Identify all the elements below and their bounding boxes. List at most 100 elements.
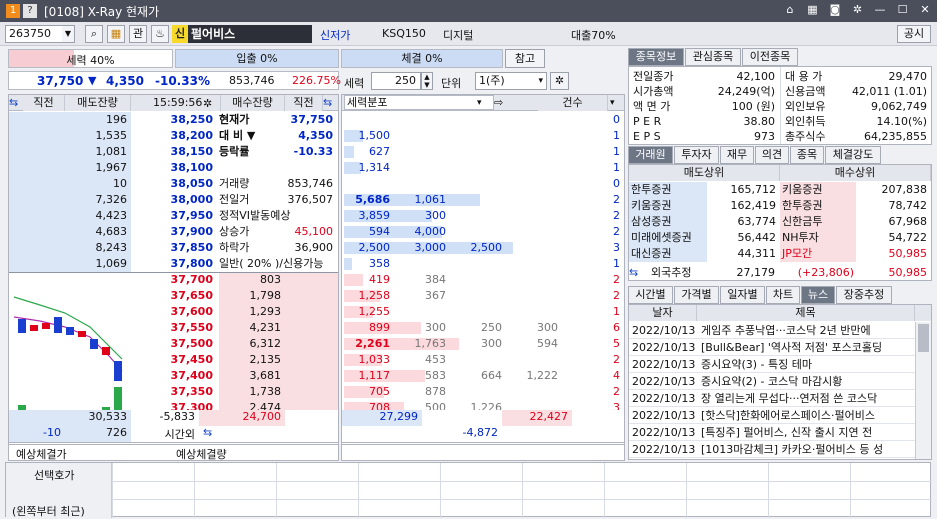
grid-col-line bbox=[194, 463, 195, 518]
ask-price[interactable]: 37,950 bbox=[131, 208, 217, 224]
ask-price[interactable]: 38,100 bbox=[131, 160, 217, 176]
bid-price[interactable]: 37,650 bbox=[131, 288, 217, 304]
bid-price[interactable]: 37,450 bbox=[131, 352, 217, 368]
swap-right-icon[interactable]: ⇆ bbox=[323, 95, 337, 111]
tab-broker_tabs-4[interactable]: 종목 bbox=[790, 146, 824, 164]
force-spinner-icon[interactable]: ▲ ▼ bbox=[421, 72, 433, 90]
force-val-2: 300 bbox=[425, 209, 446, 222]
maximize-icon[interactable]: ☐ bbox=[895, 2, 911, 18]
minimize-icon[interactable]: — bbox=[872, 2, 888, 18]
news-row[interactable]: 2022/10/13 [Bull&Bear] '역사적 저점' 포스코홀딩 bbox=[629, 339, 915, 356]
tab-info_tabs-2[interactable]: 이전종목 bbox=[742, 48, 798, 66]
calendar-icon[interactable]: ▦ bbox=[107, 25, 125, 43]
force-val-4 bbox=[504, 144, 560, 160]
tab-info_tabs-1[interactable]: 관심종목 bbox=[685, 48, 741, 66]
pin-icon[interactable]: ⌂ bbox=[782, 2, 798, 18]
tab-broker_tabs-1[interactable]: 투자자 bbox=[674, 146, 719, 164]
news-row[interactable]: 2022/10/13 [특징주] 펄어비스, 신작 출시 지연 전 bbox=[629, 424, 915, 441]
close-icon[interactable]: ✕ bbox=[917, 2, 933, 18]
grid-row-line bbox=[112, 481, 932, 482]
bid-price[interactable]: 37,350 bbox=[131, 384, 217, 400]
tab-news_tabs-3[interactable]: 차트 bbox=[766, 286, 800, 304]
unit-select[interactable]: 1(주) ▾ bbox=[475, 72, 547, 90]
grid-col-line bbox=[276, 463, 277, 518]
news-title[interactable]: [1013마감체크] 카카오·펄어비스 등 성 bbox=[701, 441, 913, 458]
news-scroll-thumb[interactable] bbox=[918, 324, 929, 352]
reference-button[interactable]: 참고 bbox=[505, 49, 545, 68]
grid-icon[interactable]: ▦ bbox=[805, 2, 821, 18]
grid-label-col: 선택호가 (왼쪽부터 최근) bbox=[6, 463, 112, 518]
news-title[interactable]: [특징주] 펄어비스, 신작 출시 지연 전 bbox=[701, 424, 913, 441]
after-hours-swap-icon[interactable]: ⇆ bbox=[203, 426, 219, 442]
force-row: 1,258 367 2 bbox=[342, 288, 624, 304]
news-title[interactable]: 장 열리는게 무섭다···연저점 쓴 코스닥 bbox=[701, 390, 913, 407]
gear-small-icon[interactable]: ✲ bbox=[203, 96, 212, 112]
low-price-link[interactable]: 신저가 bbox=[320, 27, 350, 43]
ask-price[interactable]: 38,150 bbox=[131, 144, 217, 160]
bid-price[interactable]: 37,600 bbox=[131, 304, 217, 320]
search-icon[interactable]: ⌕ bbox=[85, 25, 103, 43]
gear-icon[interactable]: ✲ bbox=[850, 2, 866, 18]
settings-icon[interactable]: ✲ bbox=[550, 72, 569, 90]
ask-price[interactable]: 38,000 bbox=[131, 192, 217, 208]
tab-broker_tabs-3[interactable]: 의견 bbox=[755, 146, 789, 164]
tab-broker_tabs-2[interactable]: 재무 bbox=[720, 146, 754, 164]
news-row[interactable]: 2022/10/13 장 열리는게 무섭다···연저점 쓴 코스닥 bbox=[629, 390, 915, 407]
news-row[interactable]: 2022/10/13 게임주 추풍낙엽···코스닥 2년 반만에 bbox=[629, 322, 915, 339]
tab-news_tabs-2[interactable]: 일자별 bbox=[720, 286, 765, 304]
swap-left-icon[interactable]: ⇆ bbox=[9, 95, 23, 111]
help-icon[interactable]: ? bbox=[23, 4, 37, 18]
force-scroll-icon[interactable]: ⇨ bbox=[494, 95, 510, 111]
news-title[interactable]: [Bull&Bear] '역사적 저점' 포스코홀딩 bbox=[701, 339, 913, 356]
ask-row: 10 38,050 거래량 853,746 bbox=[9, 176, 338, 192]
news-row[interactable]: 2022/10/13 [핫스닥]한화에어로스페이스·펄어비스 bbox=[629, 407, 915, 424]
tab-news_tabs-4[interactable]: 뉴스 bbox=[801, 286, 835, 304]
ask-price[interactable]: 38,200 bbox=[131, 128, 217, 144]
unit-select-value: 1(주) bbox=[479, 74, 505, 87]
force-val-3 bbox=[448, 160, 504, 176]
force-count: 2 bbox=[613, 225, 620, 238]
total-buy-qty: 24,700 bbox=[199, 410, 285, 426]
ask-price[interactable]: 37,900 bbox=[131, 224, 217, 240]
news-title[interactable]: 증시요약(3) - 특징 테마 bbox=[701, 356, 913, 373]
force-value-input[interactable]: 250 bbox=[371, 72, 421, 90]
tab-broker_tabs-5[interactable]: 체결강도 bbox=[825, 146, 881, 164]
ask-price[interactable]: 38,050 bbox=[131, 176, 217, 192]
header-count: 건수 bbox=[538, 95, 608, 111]
news-title[interactable]: [핫스닥]한화에어로스페이스·펄어비스 bbox=[701, 407, 913, 424]
tab-news_tabs-5[interactable]: 장중추정 bbox=[836, 286, 892, 304]
tab-info_tabs-0[interactable]: 종목정보 bbox=[628, 48, 684, 66]
notice-button[interactable]: 공시 bbox=[897, 25, 931, 43]
grid-cells bbox=[112, 463, 932, 518]
ask-info-value: 376,507 bbox=[287, 193, 334, 206]
foreign-swap-icon[interactable]: ⇆ bbox=[629, 265, 647, 281]
news-row[interactable]: 2022/10/13 증시요약(2) - 코스닥 마감시황 bbox=[629, 373, 915, 390]
ask-price[interactable]: 37,800 bbox=[131, 256, 217, 272]
bid-price[interactable]: 37,500 bbox=[131, 336, 217, 352]
bid-prev-qty bbox=[285, 272, 338, 288]
news-title[interactable]: 증시요약(2) - 코스닥 마감시황 bbox=[701, 373, 913, 390]
grid-row-line bbox=[112, 499, 932, 500]
bid-price[interactable]: 37,550 bbox=[131, 320, 217, 336]
news-scrollbar[interactable] bbox=[915, 322, 931, 459]
bid-price[interactable]: 37,400 bbox=[131, 368, 217, 384]
broker-sell-head: 매도상위 bbox=[629, 165, 780, 181]
news-title[interactable]: 게임주 추풍낙엽···코스닥 2년 반만에 bbox=[701, 322, 913, 339]
bell-icon[interactable]: ♨ bbox=[151, 25, 169, 43]
tab-broker_tabs-0[interactable]: 거래원 bbox=[628, 146, 673, 164]
foreign-net: (+23,806) bbox=[797, 266, 854, 279]
ask-price[interactable]: 37,850 bbox=[131, 240, 217, 256]
ask-price[interactable]: 38,250 bbox=[131, 112, 217, 128]
news-row[interactable]: 2022/10/13 증시요약(3) - 특징 테마 bbox=[629, 356, 915, 373]
tab-news_tabs-1[interactable]: 가격별 bbox=[674, 286, 719, 304]
watch-button[interactable]: 관 bbox=[129, 25, 147, 43]
count-chevron-icon[interactable]: ▾ bbox=[610, 95, 624, 111]
tab-news_tabs-0[interactable]: 시간별 bbox=[628, 286, 673, 304]
force-header: 세력분포 ▾ ⇨ 건수 ▾ bbox=[342, 95, 624, 111]
news-row[interactable]: 2022/10/13 [1013마감체크] 카카오·펄어비스 등 성 bbox=[629, 441, 915, 458]
force-dist-chevron-icon[interactable]: ▾ bbox=[477, 95, 491, 111]
force-dist-select[interactable]: 세력분포 bbox=[344, 95, 494, 110]
code-dropdown-icon[interactable]: ▼ bbox=[62, 25, 75, 43]
bid-price[interactable]: 37,700 bbox=[131, 272, 217, 288]
camera-icon[interactable]: ◙ bbox=[827, 2, 843, 18]
